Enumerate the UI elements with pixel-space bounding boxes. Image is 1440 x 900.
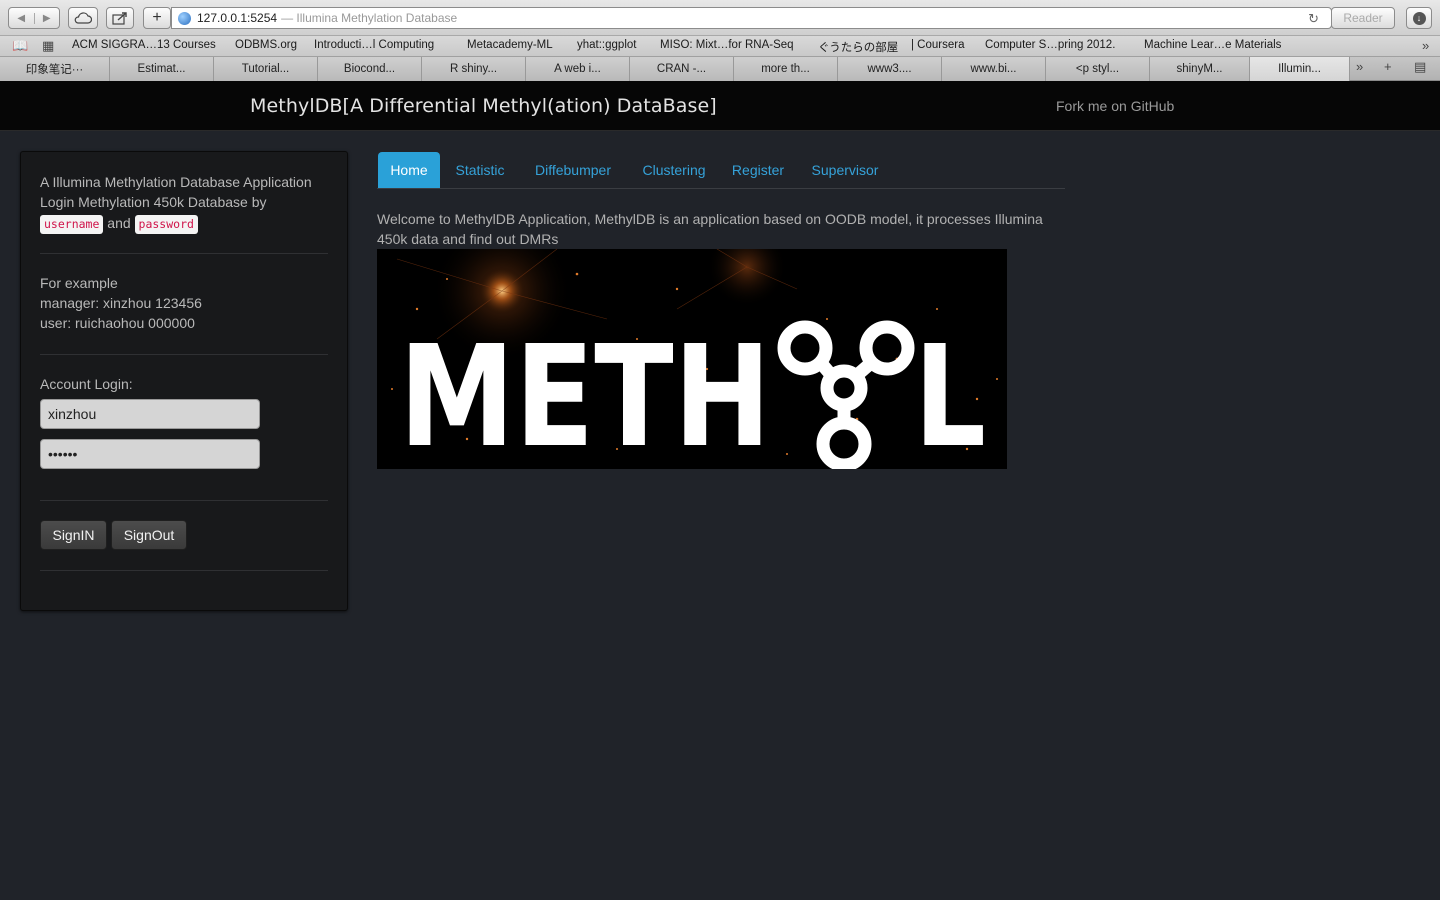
tabs-overflow-icon[interactable]: » — [1356, 59, 1363, 74]
methyl-logo-graphic: METH L — [377, 249, 1007, 469]
bookmark-item[interactable]: ぐうたらの部屋 — [818, 39, 898, 55]
page-title-in-url: — Illumina Methylation Database — [281, 11, 458, 25]
browser-toolbar: ◀ ▶ + 127.0.0.1:5254 — Illumina Methylat… — [0, 0, 1440, 36]
browser-tab[interactable]: Estimat... — [110, 57, 214, 81]
methyl-logo-image: METH L — [377, 249, 1007, 469]
welcome-text: Welcome to MethylDB Application, MethylD… — [377, 211, 1043, 247]
bookmarks-bar: 📖 ▦ ACM SIGGRA…13 Courses ODBMS.org Intr… — [0, 36, 1440, 57]
globe-icon — [178, 11, 191, 25]
login-sidebar: A Illumina Methylation Database Applicat… — [20, 151, 348, 611]
divider — [40, 500, 328, 501]
divider — [40, 253, 328, 254]
intro-line: Login Methylation 450k Database by — [40, 194, 267, 210]
signin-button[interactable]: SignIN — [40, 520, 107, 550]
browser-tab[interactable]: Tutorial... — [214, 57, 318, 81]
downloads-button[interactable]: ↓ — [1406, 7, 1432, 29]
browser-tab[interactable]: www.bi... — [942, 57, 1046, 81]
code-username: username — [40, 215, 104, 234]
bookmark-item[interactable]: Machine Lear…e Materials — [1144, 39, 1281, 51]
example-block: For example manager: xinzhou 123456 user… — [40, 273, 202, 333]
browser-tab[interactable]: more th... — [734, 57, 838, 81]
account-login-label: Account Login: — [40, 376, 133, 392]
browser-tab[interactable]: A web i... — [526, 57, 630, 81]
share-button[interactable] — [106, 7, 134, 29]
example-title: For example — [40, 275, 118, 291]
download-arrow-icon: ↓ — [1412, 11, 1426, 25]
intro-credentials-line: username and password — [40, 213, 312, 234]
back-forward-buttons[interactable]: ◀ ▶ — [8, 7, 60, 29]
bookmarks-overflow-icon[interactable]: » — [1422, 38, 1429, 53]
back-arrow-icon[interactable]: ◀ — [9, 12, 35, 24]
browser-tab-bar: 印象笔记··· Estimat... Tutorial... Biocond..… — [0, 57, 1440, 81]
svg-text:METH: METH — [399, 316, 771, 469]
new-tab-plus-button[interactable]: + — [143, 7, 171, 29]
app-navbar: MethylDB[A Differential Methyl(ation) Da… — [0, 81, 1440, 131]
tab-diffebumper[interactable]: Diffebumper — [523, 152, 623, 188]
tab-view-icon[interactable]: ▤ — [1414, 59, 1426, 75]
tab-home[interactable]: Home — [378, 152, 440, 188]
reload-icon[interactable]: ↻ — [1308, 11, 1319, 27]
example-user: user: ruichaohou 000000 — [40, 315, 195, 331]
and-text: and — [107, 215, 131, 231]
app-brand[interactable]: MethylDB[A Differential Methyl(ation) Da… — [250, 95, 717, 117]
main-nav-tabs: Home Statistic Diffebumper Clustering Re… — [377, 152, 1065, 189]
password-input[interactable] — [40, 439, 260, 469]
url-text: 127.0.0.1:5254 — [197, 11, 278, 25]
bookmark-item[interactable]: Metacademy-ML — [467, 39, 553, 51]
browser-tab[interactable]: CRAN -... — [630, 57, 734, 81]
address-bar[interactable]: 127.0.0.1:5254 — Illumina Methylation Da… — [171, 7, 1332, 29]
code-password: password — [134, 215, 198, 234]
intro-line: A Illumina Methylation Database Applicat… — [40, 174, 312, 190]
bookmark-item[interactable]: Introducti…l Computing — [314, 39, 434, 51]
plus-icon: + — [152, 9, 162, 26]
svg-text:L: L — [914, 316, 986, 469]
bookmark-item[interactable]: MISO: Mixt…for RNA-Seq — [660, 39, 794, 51]
reader-button[interactable]: Reader — [1331, 7, 1395, 29]
cloud-icon — [74, 12, 92, 24]
intro-text: A Illumina Methylation Database Applicat… — [40, 172, 312, 234]
browser-tab[interactable]: shinyM... — [1150, 57, 1250, 81]
browser-tab-active[interactable]: Illumin... — [1250, 57, 1350, 81]
top-sites-grid-icon[interactable]: ▦ — [42, 38, 54, 54]
tab-statistic[interactable]: Statistic — [445, 152, 515, 188]
icloud-tabs-button[interactable] — [68, 7, 98, 29]
fork-github-link[interactable]: Fork me on GitHub — [1056, 98, 1174, 114]
divider — [40, 570, 328, 571]
reading-list-icon[interactable]: 📖 — [12, 38, 28, 54]
browser-tab[interactable]: www3.... — [838, 57, 942, 81]
browser-tab[interactable]: R shiny... — [422, 57, 526, 81]
forward-arrow-icon[interactable]: ▶ — [35, 13, 60, 24]
tab-register[interactable]: Register — [725, 152, 791, 188]
bookmark-item[interactable]: ACM SIGGRA…13 Courses — [72, 39, 216, 51]
bookmark-item[interactable]: yhat::ggplot — [577, 39, 636, 51]
browser-tab[interactable]: <p styl... — [1046, 57, 1150, 81]
tab-supervisor[interactable]: Supervisor — [801, 152, 889, 188]
bookmark-item[interactable]: ODBMS.org — [235, 39, 297, 51]
bookmark-item[interactable]: Computer S…pring 2012. — [985, 39, 1115, 51]
divider — [40, 354, 328, 355]
bookmark-item[interactable]: | Coursera — [911, 39, 964, 51]
add-tab-icon[interactable]: + — [1384, 59, 1392, 74]
browser-tab[interactable]: 印象笔记··· — [0, 57, 110, 81]
username-input[interactable] — [40, 399, 260, 429]
example-manager: manager: xinzhou 123456 — [40, 295, 202, 311]
tab-clustering[interactable]: Clustering — [631, 152, 717, 188]
share-icon — [112, 12, 127, 25]
browser-tab[interactable]: Biocond... — [318, 57, 422, 81]
signout-button[interactable]: SignOut — [111, 520, 187, 550]
